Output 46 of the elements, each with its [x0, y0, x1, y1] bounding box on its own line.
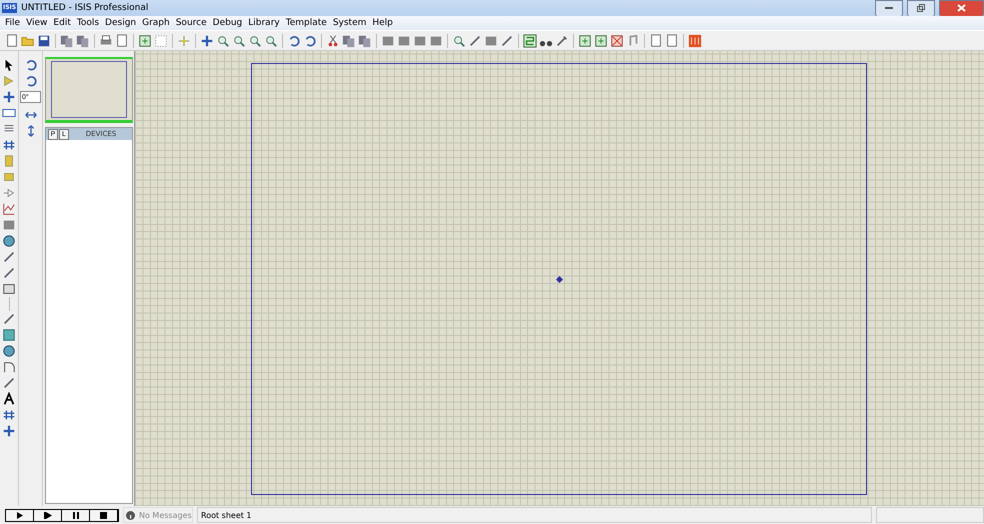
sheet-add-icon[interactable]	[593, 32, 609, 48]
play-icon	[16, 512, 22, 518]
document-icon[interactable]	[664, 32, 680, 48]
info-icon	[126, 510, 135, 520]
menu-item[interactable]: Design	[102, 18, 140, 28]
play-button[interactable]	[6, 510, 34, 520]
pause-button[interactable]	[62, 510, 90, 520]
menu-item[interactable]: Graph	[139, 18, 173, 28]
menu-item[interactable]: Tools	[74, 18, 102, 28]
sheet-status: Root sheet 1	[197, 507, 872, 523]
line-icon[interactable]	[1, 311, 17, 327]
menu-item[interactable]: Debug	[210, 18, 246, 28]
marker-icon[interactable]	[1, 423, 17, 439]
restore-button[interactable]	[907, 0, 935, 16]
square-icon[interactable]	[1, 327, 17, 343]
close-icon	[957, 4, 966, 12]
letter-icon[interactable]	[1, 391, 17, 407]
document-icon[interactable]	[648, 32, 664, 48]
pause-icon	[72, 512, 78, 518]
stop-icon	[100, 512, 107, 518]
step-button[interactable]	[34, 510, 62, 520]
menu-item[interactable]: File	[2, 18, 24, 28]
menu-item[interactable]: View	[23, 18, 50, 28]
minimize-icon	[885, 6, 893, 10]
sheet-delete-icon[interactable]	[609, 32, 625, 48]
close-button[interactable]	[939, 0, 984, 16]
circle-icon[interactable]	[1, 343, 17, 359]
arc-icon[interactable]	[1, 359, 17, 375]
menu-item[interactable]: Edit	[50, 18, 74, 28]
minimize-button[interactable]	[875, 0, 903, 16]
path-icon[interactable]	[1, 375, 17, 391]
overview-preview[interactable]	[45, 57, 133, 123]
graph-icon[interactable]	[1, 201, 17, 217]
menu-item[interactable]: Help	[369, 18, 396, 28]
new-page-icon[interactable]	[4, 32, 20, 48]
step-icon	[44, 512, 52, 518]
junction-icon[interactable]	[1, 89, 17, 105]
stop-button[interactable]	[90, 510, 118, 520]
menu-item[interactable]: Library	[245, 18, 283, 28]
page-icon[interactable]	[114, 32, 130, 48]
menu-item[interactable]: Source	[172, 18, 210, 28]
menu-item[interactable]: Template	[282, 18, 330, 28]
menu-item[interactable]: System	[330, 18, 370, 28]
origin-marker	[556, 276, 562, 282]
window-title: UNTITLED - ISIS Professional	[21, 3, 150, 13]
restore-icon	[917, 4, 925, 12]
